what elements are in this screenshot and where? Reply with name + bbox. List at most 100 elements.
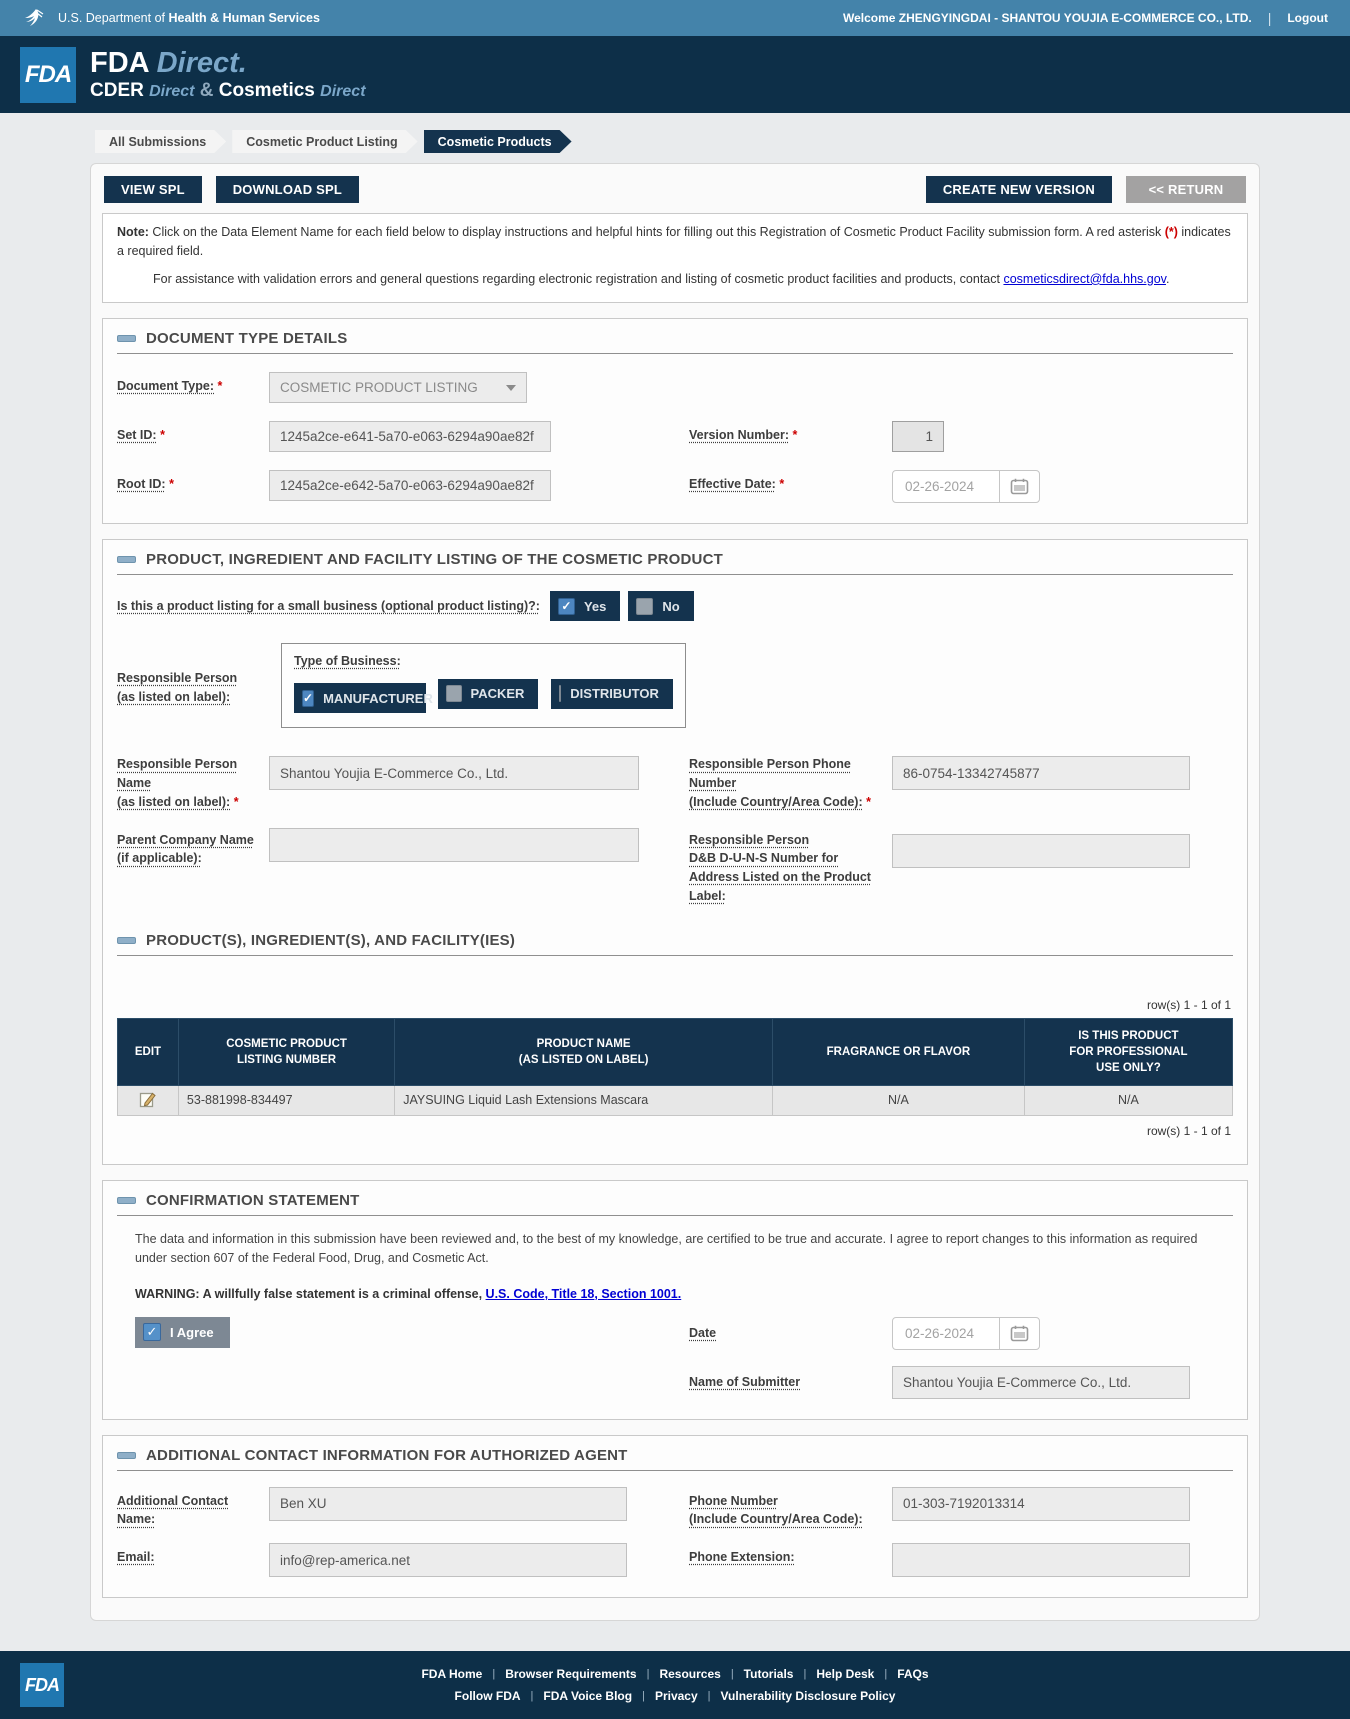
document-type-details-section: DOCUMENT TYPE DETAILS Document Type: * C…: [102, 318, 1248, 525]
cell-fragrance: N/A: [771, 1084, 1025, 1116]
effective-date-value[interactable]: 02-26-2024: [893, 471, 999, 502]
edit-row-button[interactable]: [117, 1084, 179, 1116]
confirmation-date-value[interactable]: 02-26-2024: [893, 1318, 999, 1349]
fda-footer-logo: FDA: [20, 1663, 64, 1708]
col-header-edit: EDIT: [117, 1017, 179, 1086]
agent-phone-label[interactable]: Phone Number (Include Country/Area Code)…: [689, 1487, 892, 1530]
name-of-submitter-input[interactable]: [892, 1365, 1190, 1399]
set-id-input[interactable]: [269, 421, 551, 453]
version-number-input[interactable]: [892, 421, 944, 453]
section-title: CONFIRMATION STATEMENT: [146, 1191, 360, 1209]
create-new-version-button[interactable]: CREATE NEW VERSION: [925, 176, 1112, 203]
phone-extension-input[interactable]: [892, 1543, 1190, 1578]
footer-link-privacy[interactable]: Privacy: [655, 1689, 698, 1703]
small-business-label[interactable]: Is this a product listing for a small bu…: [117, 597, 540, 616]
footer-link-faqs[interactable]: FAQs: [897, 1667, 928, 1681]
name-of-submitter-label[interactable]: Name of Submitter: [689, 1366, 892, 1399]
responsible-person-phone-input[interactable]: [892, 756, 1190, 791]
footer-link-resources[interactable]: Resources: [659, 1667, 720, 1681]
agent-email-label[interactable]: Email:: [117, 1543, 269, 1577]
business-type-packer-checkbox[interactable]: PACKER: [438, 678, 539, 709]
rows-info-top: row(s) 1 - 1 of 1: [1146, 997, 1231, 1012]
assistance-text: For assistance with validation errors an…: [153, 271, 1170, 286]
confirmation-date-picker: 02-26-2024: [892, 1316, 1040, 1350]
section-title: DOCUMENT TYPE DETAILS: [146, 330, 348, 348]
section-title: PRODUCT, INGREDIENT AND FACILITY LISTING…: [146, 551, 723, 569]
parent-company-name-label[interactable]: Parent Company Name (if applicable):: [117, 826, 269, 906]
footer-link-help-desk[interactable]: Help Desk: [816, 1667, 874, 1681]
collapse-icon[interactable]: [117, 1451, 136, 1459]
responsible-person-phone-label[interactable]: Responsible Person Phone Number (Include…: [689, 750, 892, 811]
document-type-details-header: DOCUMENT TYPE DETAILS: [117, 330, 1233, 355]
collapse-icon[interactable]: [117, 936, 136, 944]
additional-contact-header: ADDITIONAL CONTACT INFORMATION FOR AUTHO…: [117, 1447, 1233, 1471]
collapse-icon[interactable]: [117, 1196, 136, 1204]
breadcrumb-cosmetic-products[interactable]: Cosmetic Products: [424, 130, 572, 153]
topbar-divider: |: [1267, 10, 1272, 26]
responsible-person-label[interactable]: Responsible Person (as listed on label):: [117, 643, 269, 728]
breadcrumb-all-submissions[interactable]: All Submissions: [95, 130, 226, 153]
return-button[interactable]: << RETURN: [1126, 176, 1246, 203]
responsible-person-name-input[interactable]: [269, 756, 639, 791]
phone-extension-label[interactable]: Phone Extension:: [689, 1543, 892, 1577]
fda-logo: FDA: [20, 46, 76, 103]
app-title: FDA Direct. CDER Direct & Cosmetics Dire…: [90, 48, 366, 100]
root-id-input[interactable]: [269, 470, 551, 502]
calendar-icon[interactable]: [999, 1317, 1039, 1349]
products-table-header: PRODUCT(S), INGREDIENT(S), AND FACILITY(…: [117, 932, 1233, 956]
parent-company-name-input[interactable]: [269, 827, 639, 862]
footer-link-fda-voice-blog[interactable]: FDA Voice Blog: [543, 1689, 632, 1703]
agent-phone-input[interactable]: [892, 1486, 1190, 1521]
footer-link-vulnerability-disclosure[interactable]: Vulnerability Disclosure Policy: [721, 1689, 896, 1703]
footer-links-row-1: FDA Home | Browser Requirements | Resource…: [421, 1667, 929, 1682]
product-ingredient-facility-section: PRODUCT, INGREDIENT AND FACILITY LISTING…: [102, 539, 1248, 1165]
additional-contact-name-input[interactable]: [269, 1486, 627, 1521]
duns-number-input[interactable]: [892, 833, 1190, 868]
version-number-label[interactable]: Version Number: *: [689, 421, 892, 445]
cder-cosmetics-subtitle: CDER Direct & Cosmetics Direct: [90, 79, 366, 101]
business-type-distributor-checkbox[interactable]: DISTRIBUTOR: [550, 678, 673, 709]
root-id-label[interactable]: Root ID: *: [117, 470, 269, 503]
type-of-business-group: Type of Business: ✓ MANUFACTURER PACKER …: [281, 643, 686, 729]
welcome-user-label: Welcome ZHENGYINGDAI - SHANTOU YOUJIA E-…: [843, 11, 1252, 25]
duns-number-label[interactable]: Responsible Person D&B D-U-N-S Number fo…: [689, 826, 892, 906]
col-header-listing-number: COSMETIC PRODUCT LISTING NUMBER: [177, 1017, 396, 1086]
document-type-label[interactable]: Document Type: *: [117, 372, 269, 403]
main-content-card: VIEW SPL DOWNLOAD SPL CREATE NEW VERSION…: [90, 163, 1260, 1622]
cosmeticsdirect-email-link[interactable]: cosmeticsdirect@fda.hhs.gov: [1003, 272, 1166, 286]
date-label[interactable]: Date: [689, 1317, 892, 1350]
business-type-manufacturer-checkbox[interactable]: ✓ MANUFACTURER: [294, 683, 433, 714]
breadcrumb: All Submissions Cosmetic Product Listing…: [95, 130, 1350, 153]
col-header-professional-use: IS THIS PRODUCT FOR PROFESSIONAL USE ONL…: [1023, 1017, 1234, 1086]
small-business-no-checkbox[interactable]: No: [628, 591, 694, 622]
type-of-business-label[interactable]: Type of Business:: [294, 652, 673, 671]
footer-link-tutorials[interactable]: Tutorials: [744, 1667, 794, 1681]
additional-contact-name-label[interactable]: Additional Contact Name:: [117, 1487, 269, 1530]
footer-link-browser-requirements[interactable]: Browser Requirements: [505, 1667, 636, 1681]
table-row: 53-881998-834497 JAYSUING Liquid Lash Ex…: [117, 1084, 1234, 1116]
view-spl-button[interactable]: VIEW SPL: [104, 176, 202, 203]
footer-link-follow-fda[interactable]: Follow FDA: [455, 1689, 521, 1703]
hhs-department-label: U.S. Department of Health & Human Servic…: [58, 11, 320, 25]
cell-listing-number: 53-881998-834497: [177, 1084, 396, 1116]
document-type-select[interactable]: COSMETIC PRODUCT LISTING: [269, 372, 527, 404]
calendar-icon[interactable]: [999, 471, 1039, 503]
app-header: FDA FDA Direct. CDER Direct & Cosmetics …: [0, 36, 1350, 113]
effective-date-label[interactable]: Effective Date: *: [689, 470, 892, 494]
small-business-yes-checkbox[interactable]: ✓ Yes: [549, 591, 621, 622]
hhs-eagle-icon: [22, 7, 48, 29]
set-id-label[interactable]: Set ID: *: [117, 421, 269, 452]
agent-email-input[interactable]: [269, 1543, 627, 1578]
hhs-top-bar: U.S. Department of Health & Human Servic…: [0, 0, 1350, 36]
section-title: PRODUCT(S), INGREDIENT(S), AND FACILITY(…: [146, 931, 516, 949]
download-spl-button[interactable]: DOWNLOAD SPL: [215, 176, 360, 203]
breadcrumb-cosmetic-product-listing[interactable]: Cosmetic Product Listing: [232, 130, 417, 153]
footer-link-fda-home[interactable]: FDA Home: [421, 1667, 482, 1681]
cell-professional-use: N/A: [1023, 1084, 1234, 1116]
logout-link[interactable]: Logout: [1287, 11, 1328, 25]
collapse-icon[interactable]: [117, 556, 136, 564]
collapse-icon[interactable]: [117, 335, 136, 343]
us-code-link[interactable]: U.S. Code, Title 18, Section 1001.: [486, 1287, 682, 1301]
responsible-person-name-label[interactable]: Responsible Person Name (as listed on la…: [117, 750, 269, 811]
chevron-down-icon: [506, 384, 516, 391]
